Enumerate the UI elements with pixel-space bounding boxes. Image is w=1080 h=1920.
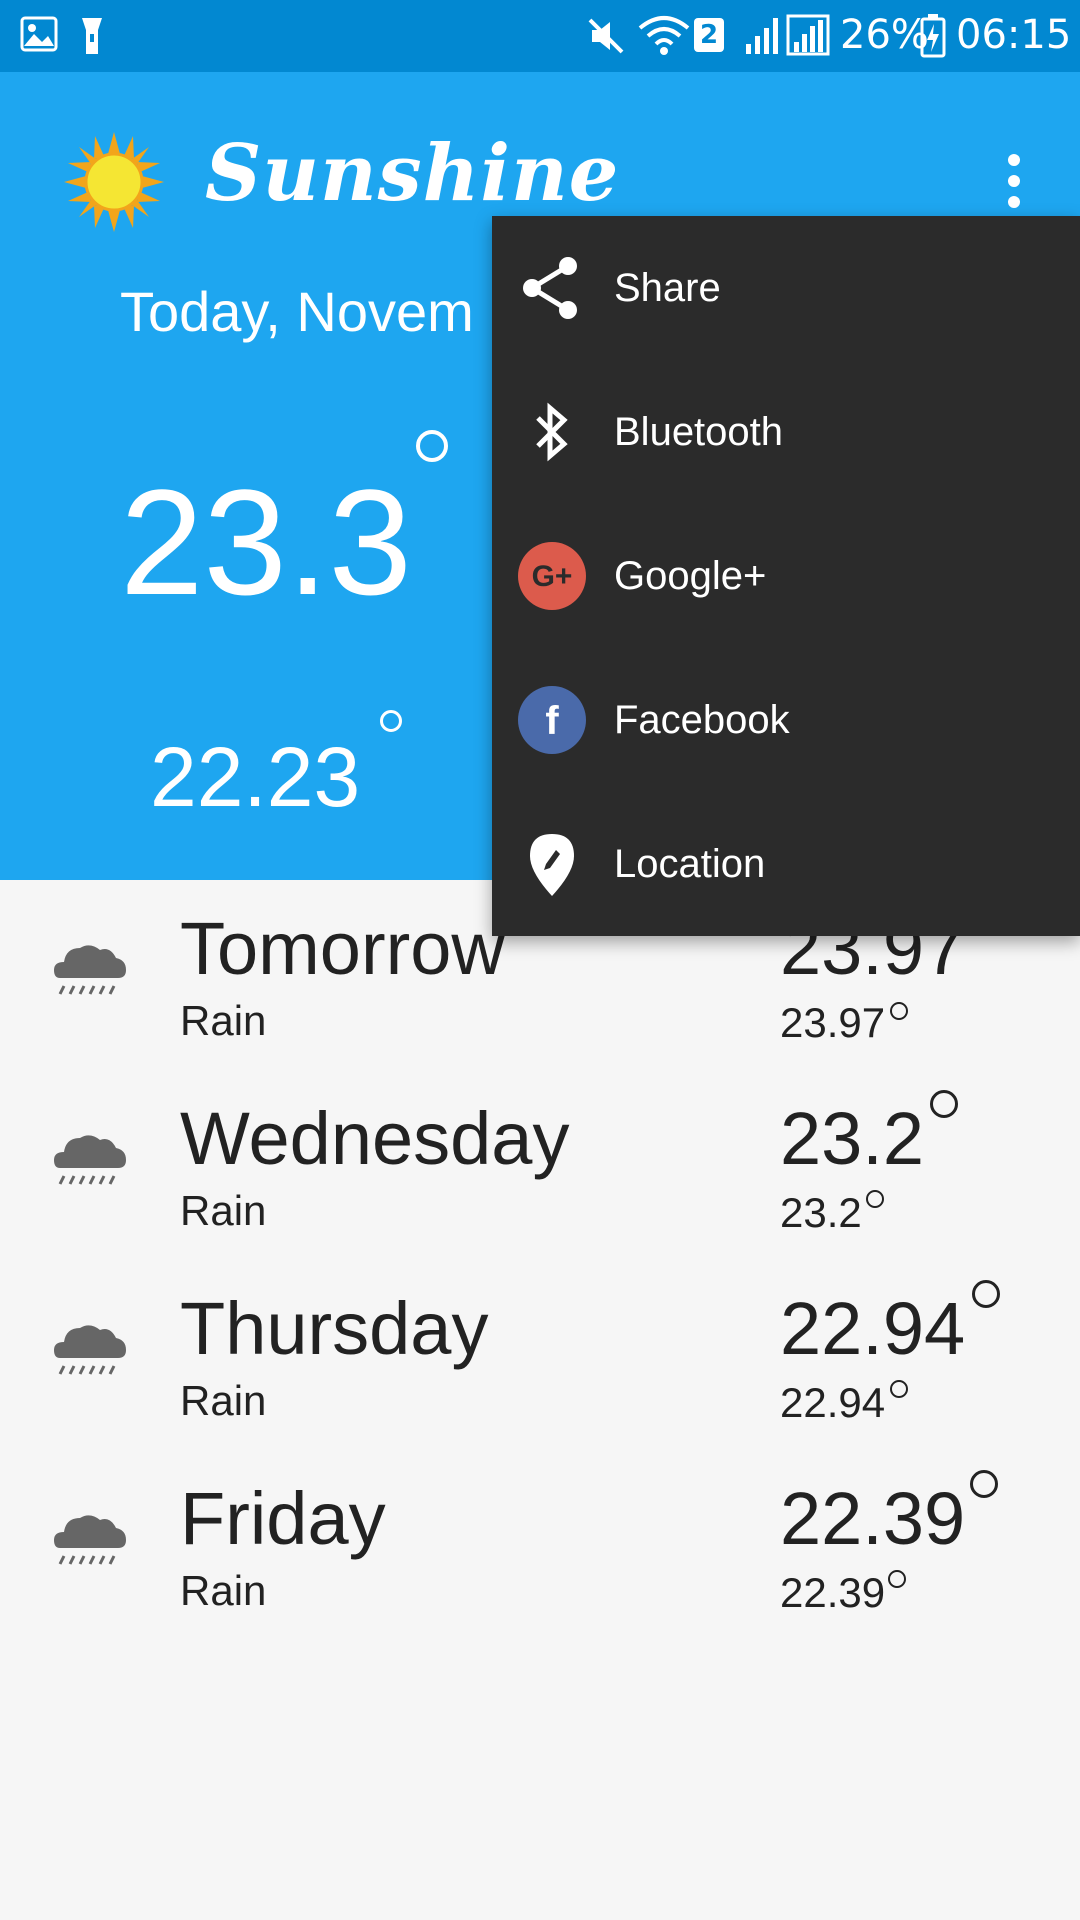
forecast-day: Tomorrow xyxy=(180,907,505,990)
degree-symbol xyxy=(380,710,402,732)
menu-item-google-plus[interactable]: G+ Google+ xyxy=(492,504,1080,648)
clock: 06:15 xyxy=(956,12,1072,58)
forecast-condition: Rain xyxy=(180,997,267,1044)
menu-item-location[interactable]: Location xyxy=(492,792,1080,936)
app-title: Sunshine xyxy=(205,128,620,219)
menu-item-facebook[interactable]: f Facebook xyxy=(492,648,1080,792)
forecast-low: 23.2 xyxy=(780,1189,862,1236)
forecast-day: Friday xyxy=(180,1477,386,1560)
forecast-high: 22.39 xyxy=(780,1477,966,1560)
menu-item-label: Share xyxy=(614,266,721,310)
signal-icon xyxy=(746,18,778,54)
battery-charging-icon xyxy=(920,14,946,58)
svg-text:f: f xyxy=(545,699,559,743)
forecast-condition: Rain xyxy=(180,1187,267,1234)
wifi-icon xyxy=(638,16,690,55)
degree-symbol xyxy=(972,1280,1000,1308)
rain-cloud-icon xyxy=(54,945,126,995)
mute-icon xyxy=(588,18,624,54)
degree-symbol xyxy=(890,1002,908,1020)
rain-cloud-icon xyxy=(54,1135,126,1185)
today-date: Today, Novem xyxy=(120,280,474,343)
menu-item-bluetooth[interactable]: Bluetooth xyxy=(492,360,1080,504)
forecast-row-friday[interactable]: Friday Rain 22.39 22.39 xyxy=(0,1450,1080,1640)
gallery-icon xyxy=(20,16,58,52)
degree-symbol xyxy=(970,1470,998,1498)
svg-text:G+: G+ xyxy=(532,560,573,593)
forecast-condition: Rain xyxy=(180,1567,267,1614)
today-high-temp: 23.3 xyxy=(120,458,412,626)
forecast-day: Wednesday xyxy=(180,1097,570,1180)
degree-symbol xyxy=(890,1380,908,1398)
forecast-row-thursday[interactable]: Thursday Rain 22.94 22.94 xyxy=(0,1260,1080,1450)
location-icon xyxy=(530,834,574,896)
menu-item-label: Google+ xyxy=(614,554,767,598)
more-vert-icon[interactable] xyxy=(1000,154,1028,214)
menu-item-label: Facebook xyxy=(614,698,790,742)
share-icon xyxy=(523,257,577,319)
share-menu: Share Bluetooth G+ Google+ f Facebook Lo… xyxy=(492,216,1080,936)
bluetooth-icon xyxy=(536,402,568,462)
forecast-day: Thursday xyxy=(180,1287,489,1370)
forecast-low: 22.94 xyxy=(780,1379,886,1426)
flashlight-icon xyxy=(82,18,102,54)
sun-icon xyxy=(64,132,164,232)
rain-cloud-icon xyxy=(54,1515,126,1565)
degree-symbol xyxy=(866,1190,884,1208)
forecast-high: 22.94 xyxy=(780,1287,966,1370)
forecast-high: 23.2 xyxy=(780,1097,925,1180)
degree-symbol xyxy=(416,430,448,462)
forecast-low: 23.97 xyxy=(780,999,886,1046)
menu-item-label: Bluetooth xyxy=(614,410,784,454)
forecast-low: 22.39 xyxy=(780,1569,886,1616)
today-low-temp: 22.23 xyxy=(150,730,361,824)
rain-cloud-icon xyxy=(54,1325,126,1375)
status-bar: 2 26% 06:15 xyxy=(0,0,1080,72)
degree-symbol xyxy=(888,1570,906,1588)
google-plus-icon: G+ xyxy=(518,542,586,610)
sim-icon: 2 xyxy=(694,18,724,52)
menu-item-share[interactable]: Share xyxy=(492,216,1080,360)
facebook-icon: f xyxy=(518,686,586,754)
forecast-row-wednesday[interactable]: Wednesday Rain 23.2 23.2 xyxy=(0,1070,1080,1260)
battery-percent: 26% xyxy=(840,12,929,58)
degree-symbol xyxy=(930,1090,958,1118)
menu-item-label: Location xyxy=(614,842,766,886)
forecast-condition: Rain xyxy=(180,1377,267,1424)
signal-icon xyxy=(786,14,830,56)
